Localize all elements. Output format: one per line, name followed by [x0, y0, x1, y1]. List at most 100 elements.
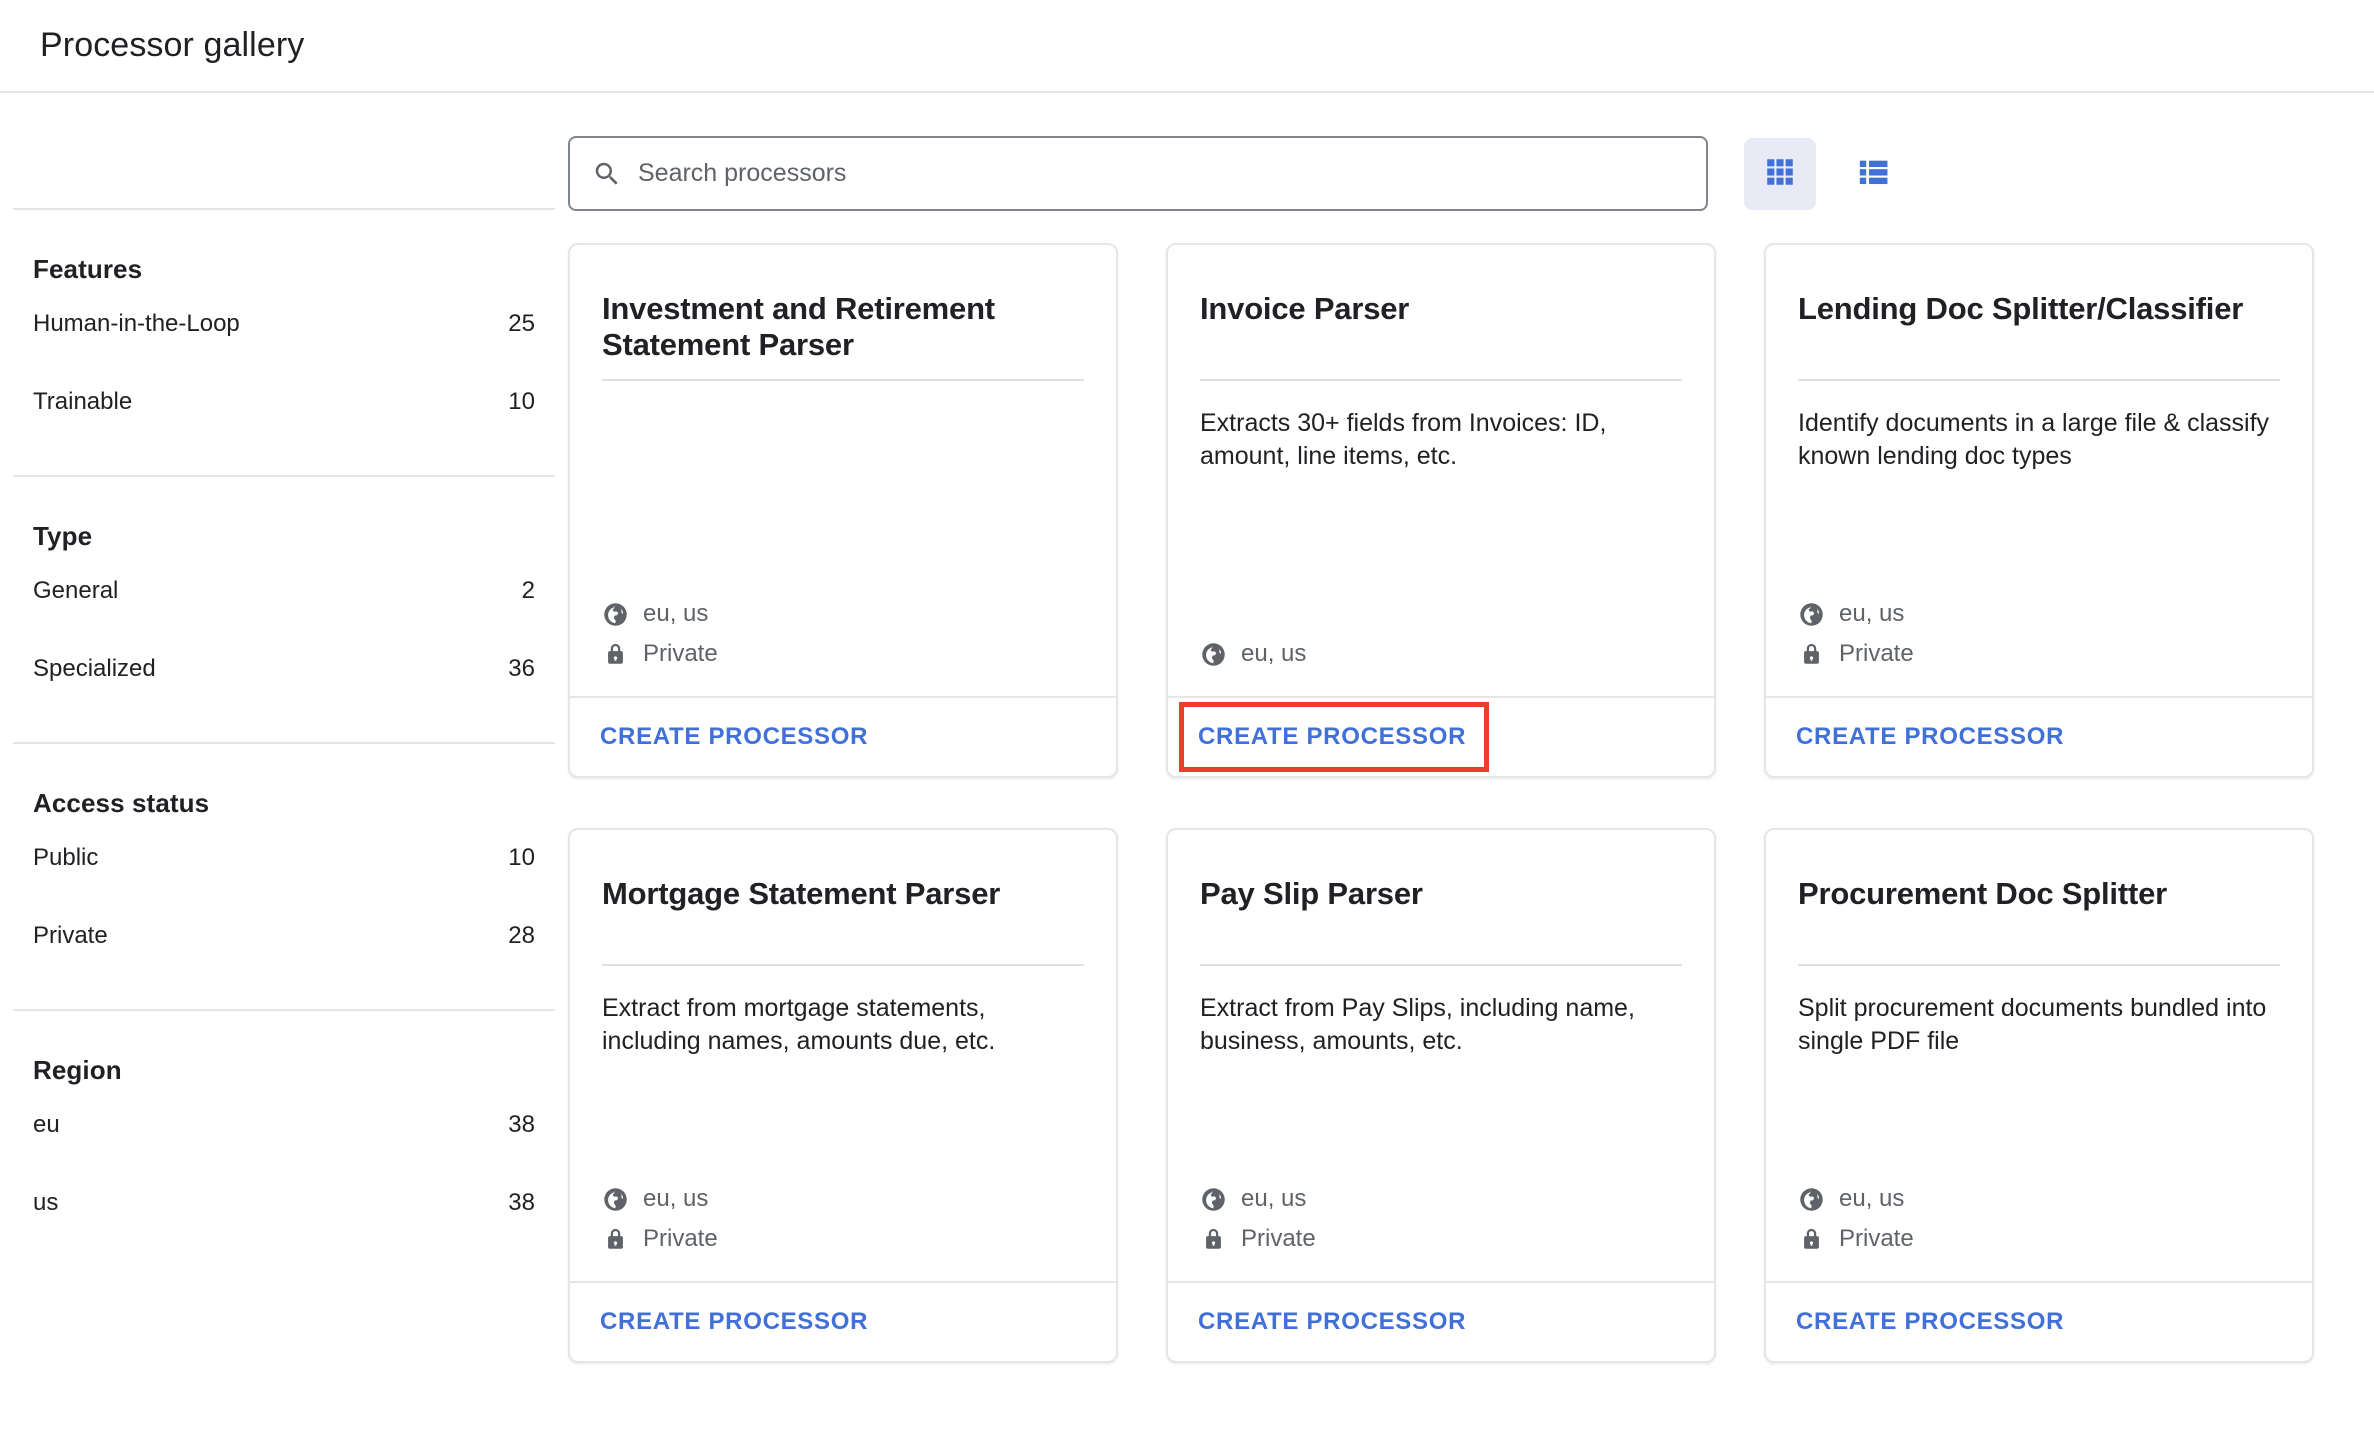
card-title: Pay Slip Parser [1200, 876, 1423, 911]
filter-row-specialized[interactable]: Specialized 36 [13, 630, 555, 708]
card-footer: CREATE PROCESSOR [1766, 696, 2312, 776]
filter-count: 36 [508, 655, 535, 682]
lock-icon [1798, 641, 1825, 668]
card-title-divider [602, 379, 1084, 381]
card-metadata: eu, us [1200, 634, 1306, 674]
card-title-divider [1798, 964, 2280, 966]
card-metadata: eu, us Private [1798, 594, 1914, 674]
card-description: Split procurement documents bundled into… [1798, 994, 2267, 1055]
card-footer: CREATE PROCESSOR [1168, 696, 1714, 776]
processor-card[interactable]: Mortgage Statement Parser Extract from mo… [568, 828, 1118, 1363]
card-title-divider [1200, 964, 1682, 966]
card-body: Procurement Doc Splitter Split procuremen… [1766, 830, 2312, 1281]
create-processor-wrap: CREATE PROCESSOR [1796, 1308, 2064, 1336]
card-access-label: Private [643, 1225, 718, 1252]
filter-heading: Region [33, 1055, 122, 1085]
create-processor-wrap: CREATE PROCESSOR [600, 1308, 868, 1336]
card-region-label: eu, us [643, 600, 709, 627]
card-region-label: eu, us [1241, 1185, 1307, 1212]
lock-icon [602, 1226, 629, 1253]
filter-group-region: Region eu 38 us 38 [0, 1011, 568, 1276]
card-region-row: eu, us [1798, 1179, 1914, 1219]
list-view-icon [1857, 155, 1891, 192]
list-view-button[interactable] [1838, 138, 1910, 210]
create-processor-button[interactable]: CREATE PROCESSOR [1198, 1308, 1466, 1336]
filter-group-type: Type General 2 Specialized 36 [0, 477, 568, 742]
filter-row-trainable[interactable]: Trainable 10 [13, 363, 555, 441]
filter-label: Private [33, 922, 108, 949]
card-footer: CREATE PROCESSOR [1766, 1281, 2312, 1361]
card-title-divider [1798, 379, 2280, 381]
filter-label: Specialized [33, 655, 156, 682]
processor-card[interactable]: Invoice Parser Extracts 30+ fields from I… [1166, 243, 1716, 778]
card-access-row: Private [602, 1219, 718, 1259]
card-metadata: eu, us Private [1200, 1179, 1316, 1259]
processor-card[interactable]: Lending Doc Splitter/Classifier Identify … [1764, 243, 2314, 778]
globe-icon [1798, 601, 1825, 628]
create-processor-button[interactable]: CREATE PROCESSOR [600, 723, 868, 751]
card-footer: CREATE PROCESSOR [570, 1281, 1116, 1361]
lock-icon [1200, 1226, 1227, 1253]
card-body: Investment and Retirement Statement Pars… [570, 245, 1116, 696]
card-region-row: eu, us [602, 594, 718, 634]
filter-row-general[interactable]: General 2 [13, 552, 555, 630]
create-processor-wrap: CREATE PROCESSOR [1198, 1308, 1466, 1336]
card-access-row: Private [602, 634, 718, 674]
filter-count: 2 [521, 577, 535, 604]
filter-label: Human-in-the-Loop [33, 310, 240, 337]
card-metadata: eu, us Private [602, 594, 718, 674]
card-region-label: eu, us [1839, 1185, 1905, 1212]
card-title: Procurement Doc Splitter [1798, 876, 2168, 911]
card-title: Invoice Parser [1200, 291, 1410, 326]
highlight-box: CREATE PROCESSOR [1178, 702, 1490, 772]
lock-icon [602, 641, 629, 668]
card-metadata: eu, us Private [1798, 1179, 1914, 1259]
filter-label: eu [33, 1111, 60, 1138]
processor-card[interactable]: Procurement Doc Splitter Split procuremen… [1764, 828, 2314, 1363]
filter-count: 38 [508, 1111, 535, 1138]
search-box[interactable] [568, 136, 1708, 211]
page-body: Features Human-in-the-Loop 25 Trainable 10 Ty… [0, 93, 2374, 1450]
card-body: Pay Slip Parser Extract from Pay Slips, i… [1168, 830, 1714, 1281]
create-processor-button[interactable]: CREATE PROCESSOR [600, 1308, 868, 1336]
create-processor-button[interactable]: CREATE PROCESSOR [1796, 1308, 2064, 1336]
card-description: Extract from Pay Slips, including name, … [1200, 994, 1635, 1055]
filter-label: Public [33, 844, 99, 871]
grid-view-icon [1763, 155, 1797, 192]
card-title: Lending Doc Splitter/Classifier [1798, 291, 2244, 326]
grid-view-button[interactable] [1744, 137, 1816, 210]
filter-row-us[interactable]: us 38 [13, 1164, 555, 1242]
filter-heading: Access status [33, 788, 210, 818]
filter-row-human-in-the-loop[interactable]: Human-in-the-Loop 25 [13, 285, 555, 363]
create-processor-button[interactable]: CREATE PROCESSOR [1796, 723, 2064, 751]
processor-card[interactable]: Pay Slip Parser Extract from Pay Slips, i… [1166, 828, 1716, 1363]
card-body: Invoice Parser Extracts 30+ fields from I… [1168, 245, 1714, 696]
toolbar [568, 93, 2374, 216]
card-footer: CREATE PROCESSOR [1168, 1281, 1714, 1361]
filter-row-private[interactable]: Private 28 [13, 897, 555, 975]
filter-group-features: Features Human-in-the-Loop 25 Trainable 10 [0, 210, 568, 475]
card-access-label: Private [1839, 1225, 1914, 1252]
card-region-row: eu, us [1798, 594, 1914, 634]
globe-icon [602, 1186, 629, 1213]
filter-row-public[interactable]: Public 10 [13, 819, 555, 897]
processor-card[interactable]: Investment and Retirement Statement Pars… [568, 243, 1118, 778]
globe-icon [1200, 641, 1227, 668]
card-title-divider [602, 964, 1084, 966]
card-access-row: Private [1798, 634, 1914, 674]
search-icon [592, 159, 622, 189]
filter-heading: Features [33, 254, 143, 284]
search-input[interactable] [638, 159, 1684, 188]
filter-row-eu[interactable]: eu 38 [13, 1086, 555, 1164]
filter-count: 25 [508, 310, 535, 337]
create-processor-button[interactable]: CREATE PROCESSOR [1198, 723, 1466, 751]
filter-label: Trainable [33, 388, 133, 415]
card-region-label: eu, us [1839, 600, 1905, 627]
filter-label: us [33, 1189, 59, 1216]
card-access-label: Private [1241, 1225, 1316, 1252]
card-access-label: Private [643, 640, 718, 667]
